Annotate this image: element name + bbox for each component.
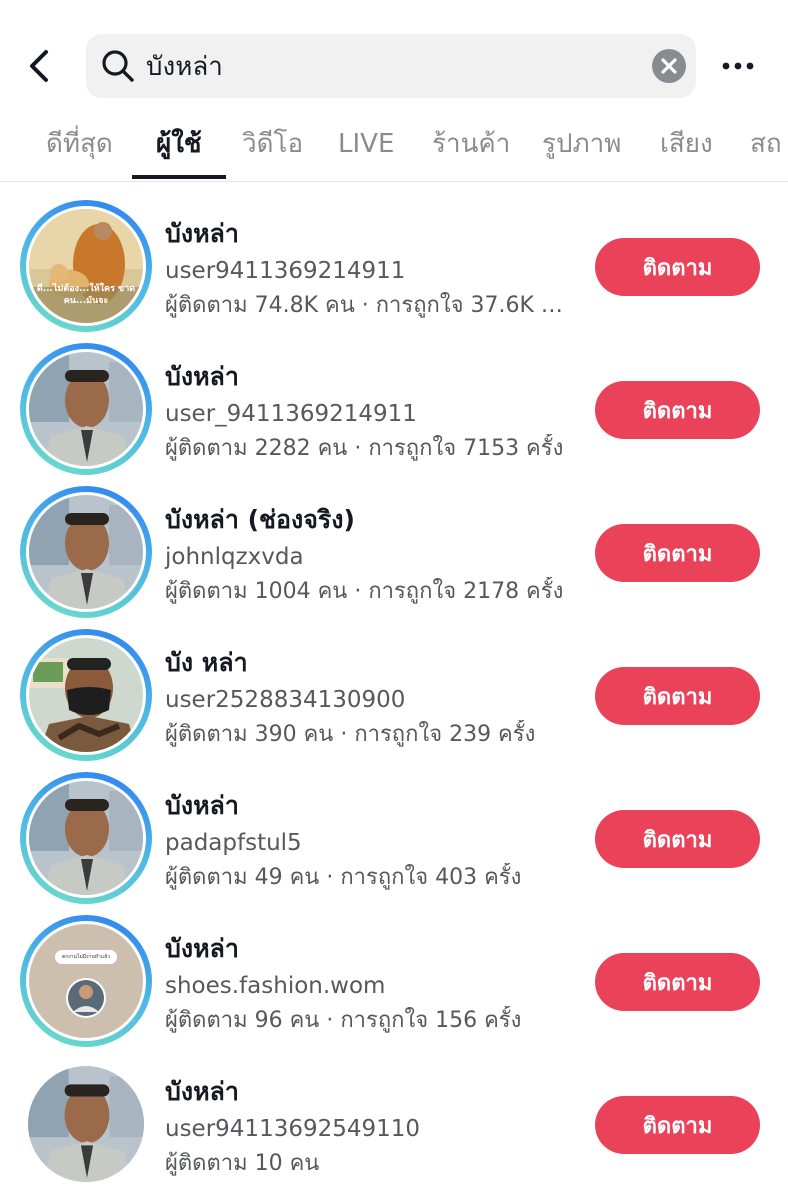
follow-button[interactable]: ติดตาม (595, 810, 760, 868)
tab-photos[interactable]: รูปภาพ (542, 126, 621, 162)
user-row[interactable]: บังหล่า user94113692549110 ผู้ติดตาม 10 … (0, 1040, 788, 1183)
avatar-caption: ดี...ไม่ต้อง...ให้ใคร ขาดคน...มันจะ (36, 284, 136, 306)
avatar-caption: ตกงานไม่มีงานทำแล้ว (62, 954, 110, 960)
back-button[interactable] (22, 44, 58, 88)
user-handle: user94113692549110 (165, 1116, 421, 1142)
search-result-tabs: ดีที่สุด ผู้ใช้ วิดีโอ LIVE ร้านค้า รูปภ… (0, 112, 788, 182)
search-bar[interactable] (86, 34, 696, 98)
story-ring: ตกงานไม่มีงานทำแล้ว (20, 915, 152, 1047)
story-ring (20, 486, 152, 618)
story-ring (20, 629, 152, 761)
user-stats: ผู้ติดตาม 74.8K คน · การถูกใจ 37.6K ค... (165, 293, 575, 318)
user-handle: user2528834130900 (165, 687, 406, 713)
avatar[interactable] (29, 781, 143, 895)
man-in-uniform-avatar (29, 781, 143, 895)
more-options-button[interactable] (716, 52, 760, 80)
user-handle: johnlqzxvda (165, 544, 304, 570)
follow-button[interactable]: ติดตาม (595, 953, 760, 1011)
story-ring (20, 772, 152, 904)
tab-top[interactable]: ดีที่สุด (46, 126, 113, 162)
man-in-uniform-avatar (28, 1066, 144, 1182)
avatar[interactable] (29, 495, 143, 609)
user-row[interactable]: บังหล่า (ช่องจริง) johnlqzxvda ผู้ติดตาม… (0, 468, 788, 618)
story-ring: ดี...ไม่ต้อง...ให้ใคร ขาดคน...มันจะ (20, 200, 152, 332)
user-stats: ผู้ติดตาม 49 คน · การถูกใจ 403 ครั้ง (165, 865, 522, 890)
user-results-list: ดี...ไม่ต้อง...ให้ใคร ขาดคน...มันจะ บังห… (0, 182, 788, 1200)
tab-shop[interactable]: ร้านค้า (432, 126, 510, 162)
user-row[interactable]: บัง หล่า user2528834130900 ผู้ติดตาม 390… (0, 611, 788, 761)
user-handle: padapfstul5 (165, 830, 302, 856)
user-stats: ผู้ติดตาม 2282 คน · การถูกใจ 7153 ครั้ง (165, 436, 564, 461)
man-in-uniform-avatar (29, 495, 143, 609)
more-dots-icon (722, 62, 754, 70)
user-display-name: บังหล่า (ช่องจริง) (165, 505, 355, 534)
user-display-name: บังหล่า (165, 791, 239, 820)
user-stats: ผู้ติดตาม 10 คน (165, 1151, 320, 1176)
user-row[interactable]: ดี...ไม่ต้อง...ให้ใคร ขาดคน...มันจะ บังห… (0, 182, 788, 332)
user-stats: ผู้ติดตาม 96 คน · การถูกใจ 156 ครั้ง (165, 1008, 522, 1033)
follow-button[interactable]: ติดตาม (595, 1096, 760, 1154)
user-row[interactable]: บังหล่า padapfstul5 ผู้ติดตาม 49 คน · กา… (0, 754, 788, 904)
tab-live[interactable]: LIVE (338, 126, 394, 162)
user-stats: ผู้ติดตาม 1004 คน · การถูกใจ 2178 ครั้ง (165, 579, 564, 604)
follow-button[interactable]: ติดตาม (595, 238, 760, 296)
user-handle: user9411369214911 (165, 258, 406, 284)
man-in-uniform-avatar (29, 352, 143, 466)
follow-button[interactable]: ติดตาม (595, 524, 760, 582)
story-ring (20, 343, 152, 475)
clear-search-button[interactable] (652, 49, 686, 83)
user-handle: shoes.fashion.wom (165, 973, 386, 999)
tab-more[interactable]: สถ (750, 126, 782, 162)
avatar[interactable] (28, 1066, 144, 1182)
user-display-name: บังหล่า (165, 934, 239, 963)
user-handle: user_9411369214911 (165, 401, 417, 427)
tab-users[interactable]: ผู้ใช้ (156, 126, 202, 162)
user-display-name: บังหล่า (165, 362, 239, 391)
avatar[interactable] (29, 352, 143, 466)
user-stats: ผู้ติดตาม 390 คน · การถูกใจ 239 ครั้ง (165, 722, 536, 747)
search-icon (102, 50, 134, 82)
user-display-name: บังหล่า (165, 219, 239, 248)
search-header (0, 0, 788, 112)
user-display-name: บัง หล่า (165, 648, 248, 677)
avatar[interactable] (29, 638, 143, 752)
follow-button[interactable]: ติดตาม (595, 381, 760, 439)
avatar[interactable]: ตกงานไม่มีงานทำแล้ว (29, 924, 143, 1038)
user-display-name: บังหล่า (165, 1077, 239, 1106)
beige-post-avatar (29, 924, 143, 1038)
tab-videos[interactable]: วิดีโอ (242, 126, 303, 162)
chevron-left-icon (30, 50, 48, 82)
avatar[interactable]: ดี...ไม่ต้อง...ให้ใคร ขาดคน...มันจะ (29, 209, 143, 323)
man-with-mask-avatar (29, 638, 143, 752)
follow-button[interactable]: ติดตาม (595, 667, 760, 725)
user-row[interactable]: บังหล่า user_9411369214911 ผู้ติดตาม 228… (0, 325, 788, 475)
active-tab-indicator (132, 175, 226, 179)
close-icon (661, 58, 677, 74)
tab-sounds[interactable]: เสียง (660, 126, 713, 162)
user-row[interactable]: ตกงานไม่มีงานทำแล้ว บังหล่า shoes.fashio… (0, 897, 788, 1047)
search-input[interactable] (146, 44, 616, 88)
